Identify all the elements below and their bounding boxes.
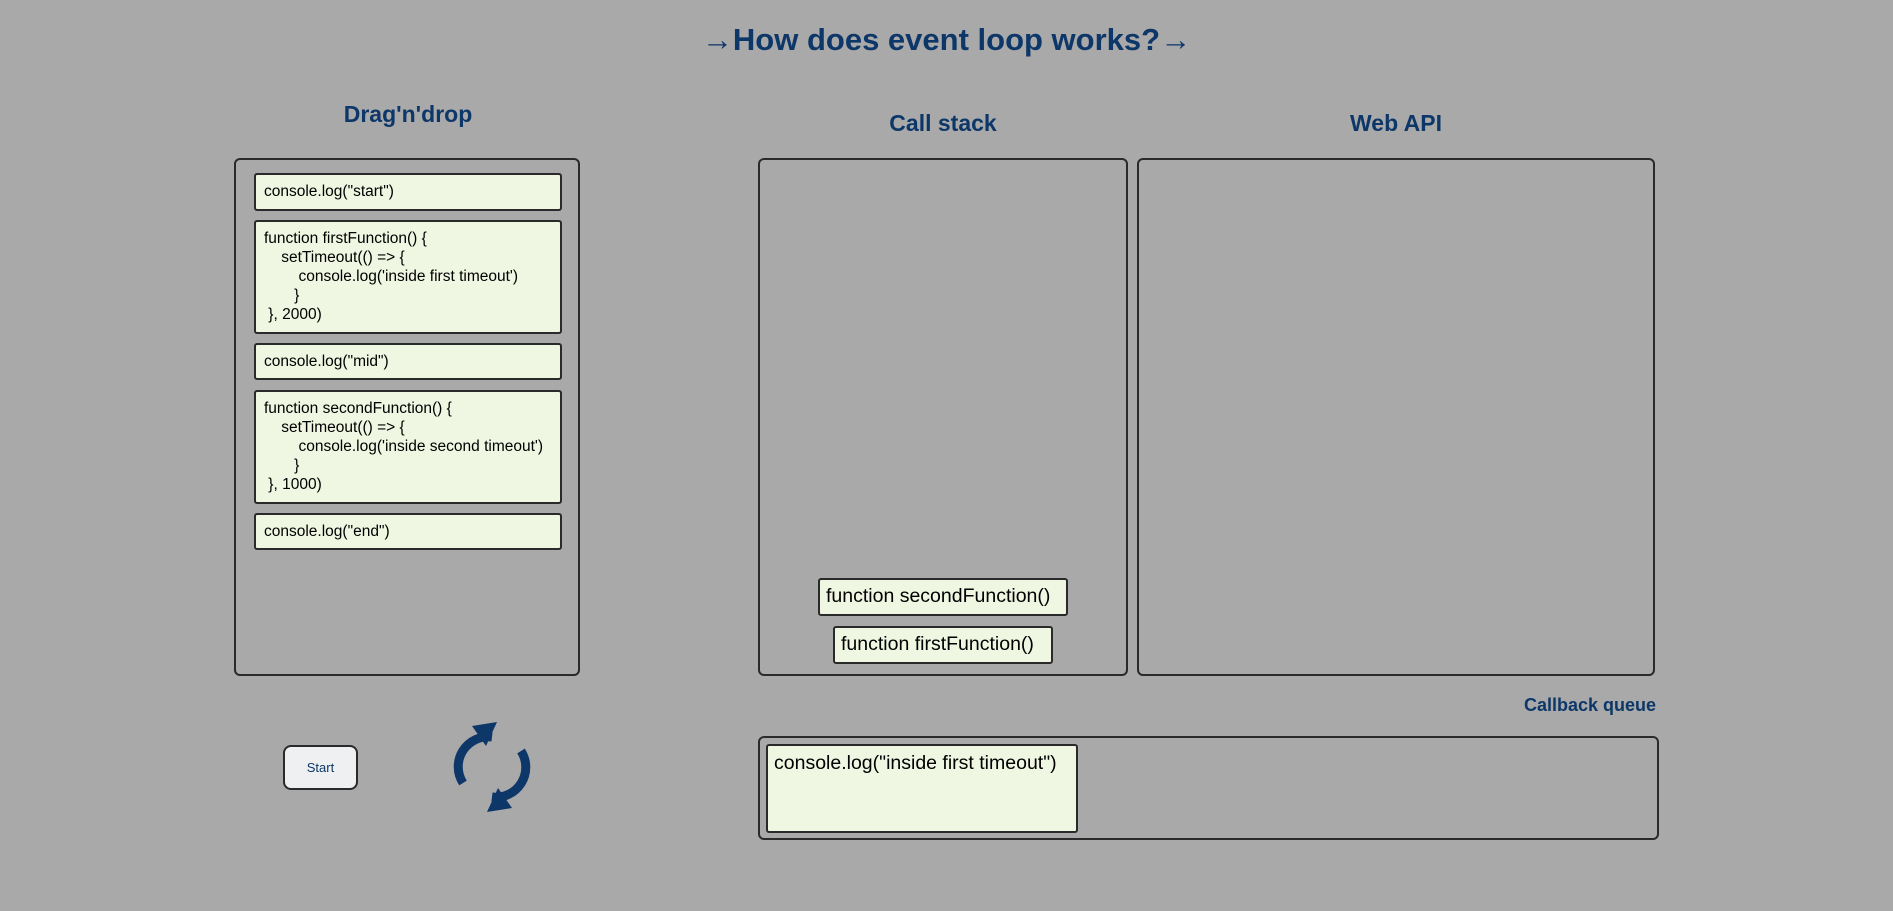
dragdrop-heading: Drag'n'drop	[343, 101, 473, 127]
webapi-panel	[1137, 158, 1655, 676]
dragdrop-panel: console.log("start") function firstFunct…	[234, 158, 580, 676]
code-block-console-start[interactable]: console.log("start")	[254, 173, 562, 211]
callstack-heading: Call stack	[889, 110, 997, 136]
start-button[interactable]: Start	[283, 745, 358, 790]
code-block-console-end[interactable]: console.log("end")	[254, 513, 562, 550]
callstack-item-first-function[interactable]: function firstFunction()	[833, 626, 1053, 664]
callback-queue-item[interactable]: console.log("inside first timeout")	[766, 744, 1078, 833]
callstack-panel: function secondFunction() function first…	[758, 158, 1128, 676]
callback-queue-panel: console.log("inside first timeout")	[758, 736, 1659, 840]
callback-queue-heading: Callback queue	[1523, 695, 1656, 715]
code-block-console-mid[interactable]: console.log("mid")	[254, 343, 562, 380]
refresh-icon[interactable]	[452, 720, 532, 814]
code-block-first-function[interactable]: function firstFunction() { setTimeout(()…	[254, 220, 562, 334]
callstack-item-second-function[interactable]: function secondFunction()	[818, 578, 1068, 616]
webapi-heading: Web API	[1349, 110, 1442, 136]
page-title: →How does event loop works?→	[701, 22, 1192, 57]
code-block-second-function[interactable]: function secondFunction() { setTimeout((…	[254, 390, 562, 504]
